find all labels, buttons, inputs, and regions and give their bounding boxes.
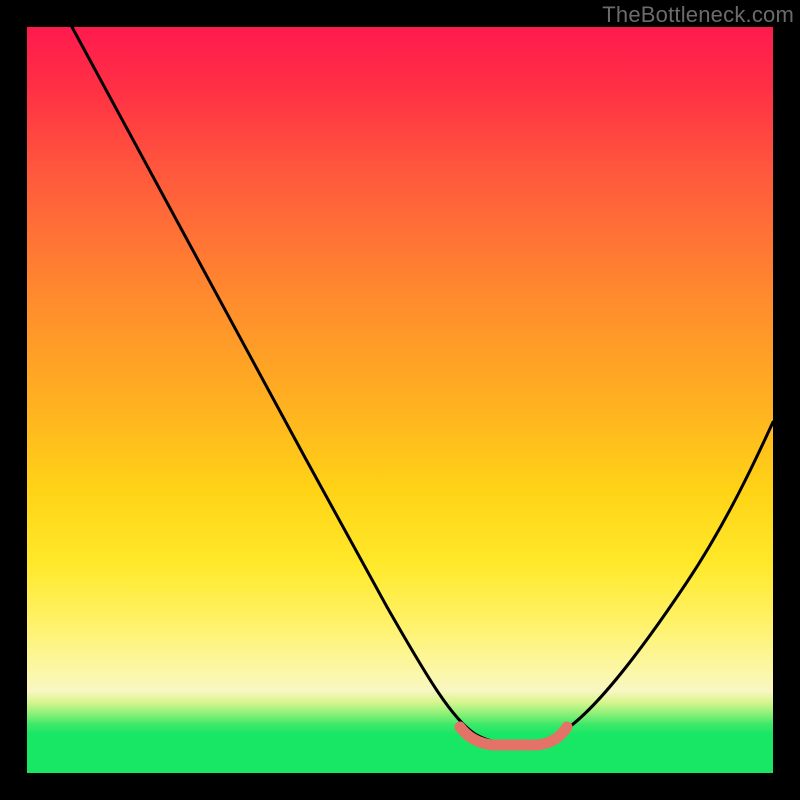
watermark-text: TheBottleneck.com (602, 2, 794, 28)
optimal-range-marker (460, 727, 567, 745)
bottleneck-curve (72, 27, 773, 744)
plot-area (27, 27, 773, 773)
chart-container: TheBottleneck.com (0, 0, 800, 800)
curve-svg (27, 27, 773, 773)
